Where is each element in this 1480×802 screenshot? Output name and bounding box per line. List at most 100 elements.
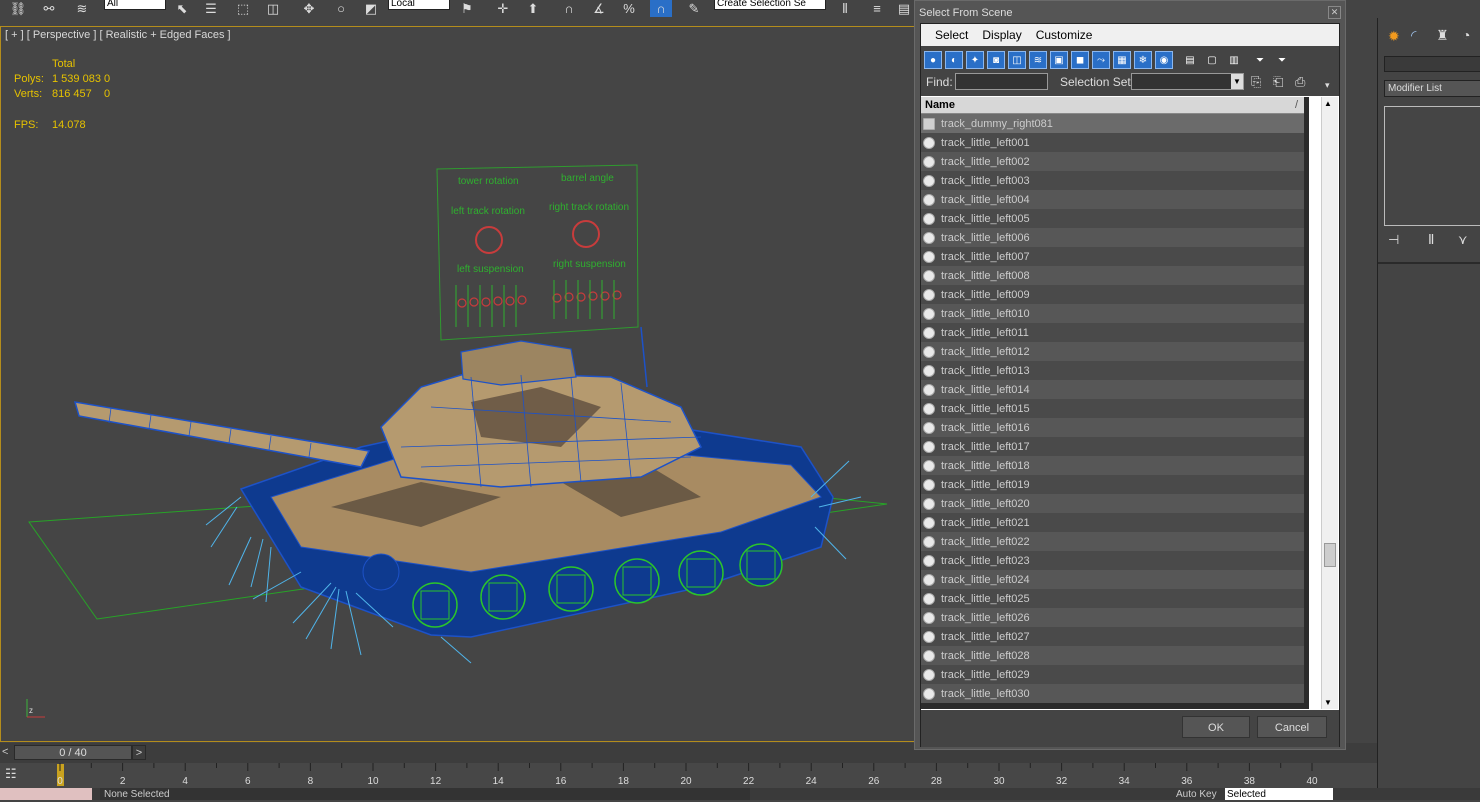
time-slider-thumb[interactable]: 0 / 40 [14,745,132,760]
list-item[interactable]: track_little_left024 [921,570,1304,589]
bind-space-warp-icon[interactable]: ≋ [70,0,94,17]
list-item[interactable]: track_little_left030 [921,684,1304,703]
make-unique-icon[interactable]: ⋎ [1458,232,1468,248]
cancel-button[interactable]: Cancel [1257,716,1327,738]
angle-snap-icon[interactable]: ∡ [588,0,610,17]
list-item[interactable]: track_little_left014 [921,380,1304,399]
menu-select[interactable]: Select [935,28,968,42]
move-icon[interactable]: ✥ [298,0,320,17]
spinner-snap-icon[interactable]: ∩ [650,0,672,17]
list-item[interactable]: track_little_left022 [921,532,1304,551]
display-space-warps-icon[interactable]: ≋ [1029,51,1047,69]
pivot-center-icon[interactable]: ⚑ [456,0,478,17]
display-none-icon[interactable]: ▢ [1203,51,1221,69]
select-by-name-icon[interactable]: ☰ [200,0,222,17]
display-shapes-icon[interactable]: ◐ [945,51,963,69]
link-icon[interactable]: ⛓ [8,0,28,17]
edit-named-selection-icon[interactable]: ✎ [682,0,706,17]
list-item[interactable]: track_little_left015 [921,399,1304,418]
list-item[interactable]: track_little_left011 [921,323,1304,342]
rectangular-selection-icon[interactable]: ⬚ [232,0,254,17]
list-item[interactable]: track_little_left005 [921,209,1304,228]
snap-toggle-icon[interactable]: ∩ [558,0,580,17]
display-xrefs-icon[interactable]: ◼ [1071,51,1089,69]
hierarchy-tab-icon[interactable]: ♜ [1436,27,1449,44]
list-item[interactable]: track_little_left027 [921,627,1304,646]
display-containers-icon[interactable]: ▦ [1113,51,1131,69]
list-item[interactable]: track_little_left016 [921,418,1304,437]
perspective-viewport[interactable]: [ + ] [ Perspective ] [ Realistic + Edge… [0,26,915,742]
display-groups-icon[interactable]: ▣ [1050,51,1068,69]
display-hidden-icon[interactable]: ◉ [1155,51,1173,69]
list-item[interactable]: track_little_left013 [921,361,1304,380]
list-item[interactable]: track_little_left010 [921,304,1304,323]
display-invert-icon[interactable]: ▥ [1225,51,1243,69]
list-item[interactable]: track_little_left004 [921,190,1304,209]
selection-filter-dropdown[interactable]: All [104,0,166,10]
list-item[interactable]: track_little_left003 [921,171,1304,190]
list-item[interactable]: track_little_left017 [921,437,1304,456]
time-slider-prev[interactable]: < [2,746,14,760]
filter-settings-icon[interactable]: ⏷ [1273,51,1291,69]
display-bones-icon[interactable]: ⤳ [1092,51,1110,69]
list-item[interactable]: track_little_left018 [921,456,1304,475]
list-item[interactable]: track_little_left021 [921,513,1304,532]
close-icon[interactable]: ✕ [1328,6,1341,19]
display-helpers-icon[interactable]: ◫ [1008,51,1026,69]
scene-object-list[interactable]: Name / track_dummy_right081 track_little_… [921,97,1309,709]
key-mode-dropdown[interactable]: Selected [1225,788,1333,800]
tank-scene[interactable]: tower rotation barrel angle left track r… [1,27,914,741]
select-manipulate-icon[interactable]: ✛ [492,0,514,17]
list-item[interactable]: track_little_left009 [921,285,1304,304]
list-item[interactable]: track_dummy_right081 [921,114,1304,133]
toolbar-overflow-icon[interactable]: ▾ [1325,80,1330,91]
show-end-result-icon[interactable]: Ⅱ [1428,232,1434,248]
list-item[interactable]: track_little_left007 [921,247,1304,266]
pin-stack-icon[interactable]: ⊣ [1388,232,1399,248]
list-item[interactable]: track_little_left002 [921,152,1304,171]
modifier-list-dropdown[interactable]: Modifier List [1384,80,1480,97]
list-item[interactable]: track_little_left001 [921,133,1304,152]
list-item[interactable]: track_little_left006 [921,228,1304,247]
display-geometry-icon[interactable]: ● [924,51,942,69]
list-item[interactable]: track_little_left012 [921,342,1304,361]
select-influences-icon[interactable]: ⎙ [1295,74,1305,90]
select-dependents-icon[interactable]: ⎗ [1273,74,1283,90]
motion-tab-icon[interactable]: ◔ [1462,27,1470,43]
name-column-header[interactable]: Name / [921,97,1304,114]
reference-coordinate-dropdown[interactable]: Local [388,0,450,10]
menu-customize[interactable]: Customize [1036,28,1093,42]
select-children-icon[interactable]: ⎘ [1251,74,1261,90]
list-item[interactable]: track_little_left020 [921,494,1304,513]
list-scrollbar[interactable]: ▲ ▼ [1321,97,1338,709]
rotate-icon[interactable]: ○ [330,0,352,17]
track-bar[interactable]: ☷ 0 2 4 6 8 10 12 14 16 18 20 22 24 26 28 30 32 34 36 38 40 [0,763,1378,788]
display-lights-icon[interactable]: ✦ [966,51,984,69]
filter-icon[interactable]: ⏷ [1251,51,1269,69]
list-item[interactable]: track_little_left028 [921,646,1304,665]
modifier-stack[interactable] [1384,106,1480,226]
create-tab-icon[interactable]: ✹ [1388,28,1400,45]
menu-display[interactable]: Display [982,28,1021,42]
object-name-field[interactable] [1384,56,1480,72]
layer-manager-icon[interactable]: ▤ [894,0,914,17]
scroll-up-icon[interactable]: ▲ [1324,99,1332,108]
display-cameras-icon[interactable]: ◙ [987,51,1005,69]
scale-icon[interactable]: ◩ [360,0,382,17]
list-item[interactable]: track_little_left029 [921,665,1304,684]
maxscript-listener[interactable] [0,788,92,800]
unlink-icon[interactable]: ⚯ [38,0,60,17]
align-icon[interactable]: ≡ [866,0,888,17]
window-crossing-icon[interactable]: ◫ [262,0,284,17]
percent-snap-icon[interactable]: % [618,0,640,17]
time-slider-next[interactable]: > [132,745,146,760]
ok-button[interactable]: OK [1182,716,1250,738]
list-item[interactable]: track_little_left025 [921,589,1304,608]
list-item[interactable]: track_little_left026 [921,608,1304,627]
auto-key-button[interactable]: Auto Key [1176,788,1222,800]
scrollbar-thumb[interactable] [1324,543,1336,567]
select-object-icon[interactable]: ⬉ [172,0,192,17]
list-item[interactable]: track_little_left008 [921,266,1304,285]
scroll-down-icon[interactable]: ▼ [1324,698,1332,707]
display-frozen-icon[interactable]: ❄ [1134,51,1152,69]
